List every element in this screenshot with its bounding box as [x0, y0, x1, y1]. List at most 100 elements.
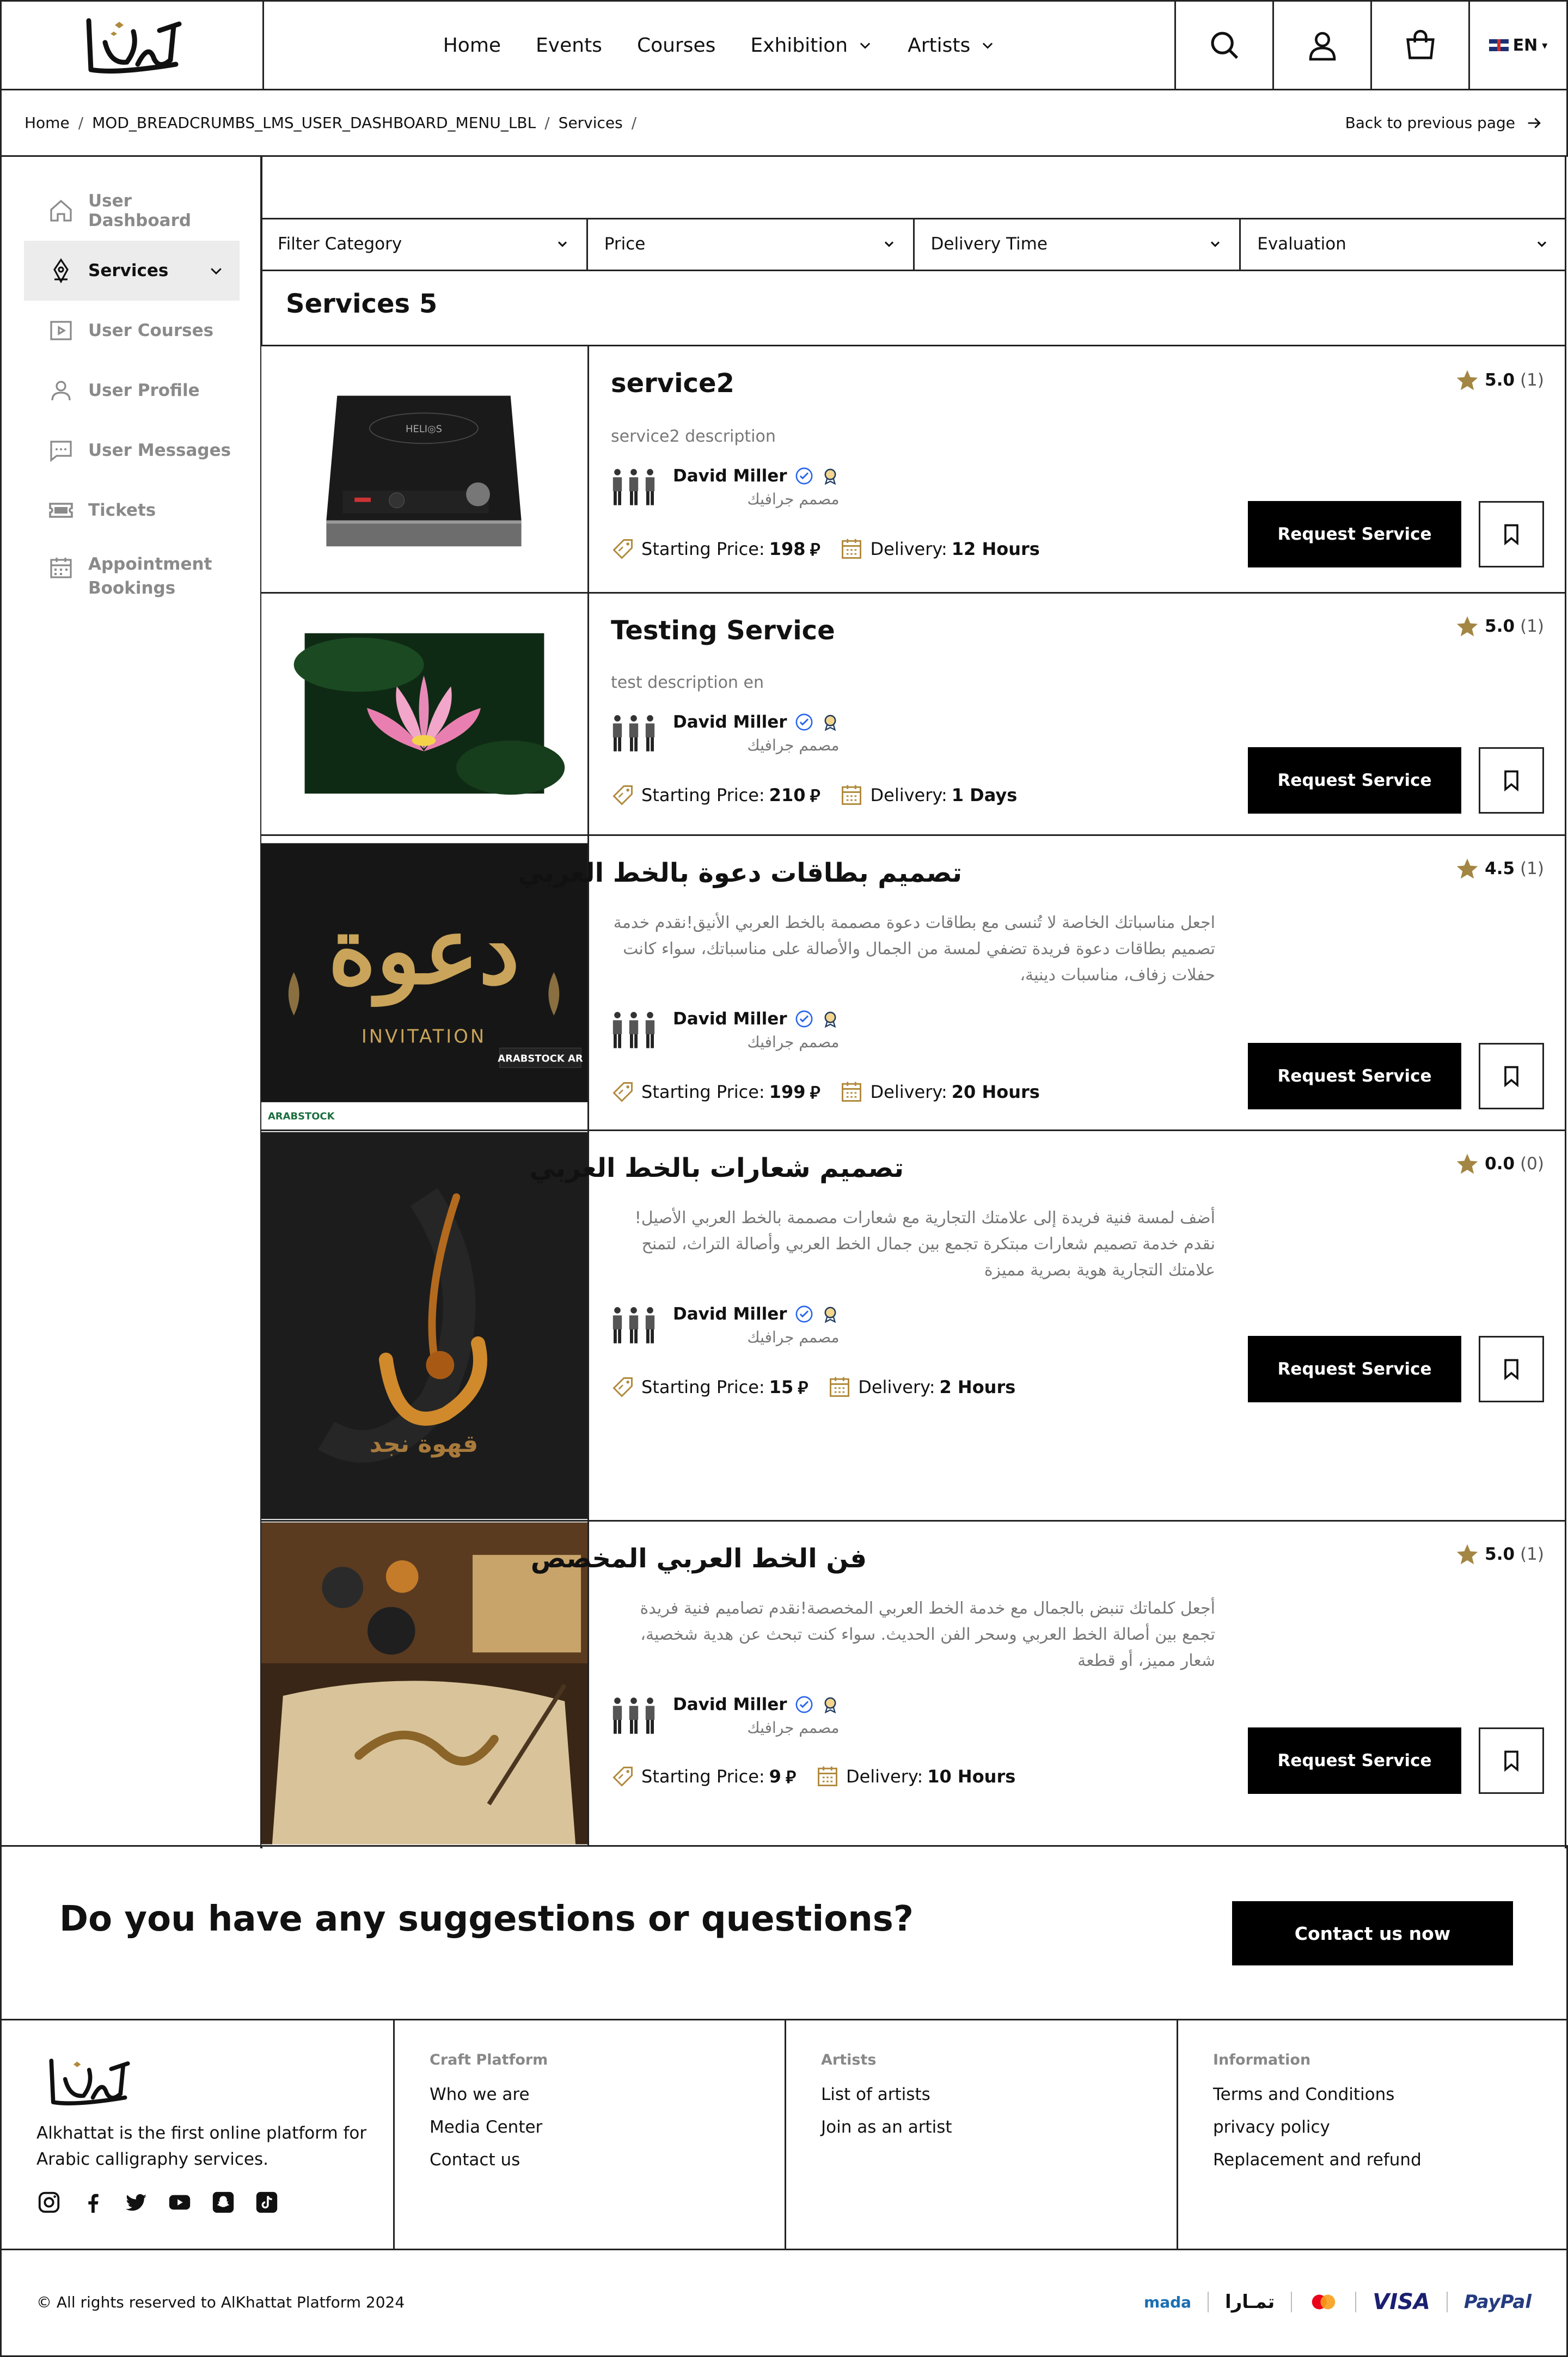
author-avatar [611, 1011, 663, 1049]
author-block[interactable]: David Miller مصمم جرافيك [611, 466, 840, 508]
footer-link-media-center[interactable]: Media Center [430, 2117, 750, 2137]
filter-evaluation-select[interactable]: Evaluation [1241, 218, 1566, 270]
request-service-button[interactable]: Request Service [1248, 1727, 1461, 1794]
cart-button[interactable] [1370, 2, 1468, 89]
caret-down-icon: ▾ [1542, 39, 1548, 52]
bookmark-button[interactable] [1479, 1727, 1544, 1794]
snapchat-icon[interactable] [211, 2190, 236, 2215]
footer-link-terms[interactable]: Terms and Conditions [1213, 2085, 1532, 2104]
filter-delivery-select[interactable]: Delivery Time [915, 218, 1241, 270]
filter-category-select[interactable]: Filter Category [261, 218, 588, 270]
sidebar-item-tickets[interactable]: Tickets [24, 480, 240, 540]
service-thumbnail[interactable]: قهوة نجد [261, 1131, 589, 1520]
sidebar-item-appointment-bookings[interactable]: Appointment Bookings [24, 540, 240, 611]
filter-price-select[interactable]: Price [588, 218, 915, 270]
footer-link-privacy[interactable]: privacy policy [1213, 2117, 1532, 2137]
lotus-flower-image [261, 594, 587, 834]
bookmark-icon [1499, 1357, 1523, 1381]
contact-cta: Do you have any suggestions or questions… [0, 1845, 1568, 2020]
logo-calligraphy-image: قهوة نجد [261, 1132, 587, 1519]
author-block[interactable]: David Miller مصمم جرافيك [611, 1009, 840, 1051]
language-selector[interactable]: EN ▾ [1468, 2, 1566, 89]
footer-logo-icon[interactable] [36, 2051, 140, 2111]
service-title[interactable]: تصميم بطاقات دعوة بالخط العربي [518, 858, 962, 888]
nav-events[interactable]: Events [536, 34, 602, 57]
author-block[interactable]: David Miller مصمم جرافيك [611, 712, 840, 754]
sidebar-item-services[interactable]: Services [24, 241, 240, 301]
author-avatar [611, 715, 663, 753]
sidebar-item-user-messages[interactable]: User Messages [24, 420, 240, 480]
user-icon [1309, 32, 1336, 61]
nav-exhibition[interactable]: Exhibition [750, 34, 873, 57]
service-rating: 5.0 (1) [1455, 1542, 1544, 1566]
footer-link-contact-us[interactable]: Contact us [430, 2150, 750, 2170]
site-logo[interactable] [2, 2, 264, 89]
logo-calligraphy-icon [86, 18, 181, 74]
service-title[interactable]: تصميم شعارات بالخط العربي [529, 1153, 904, 1183]
footer-link-list-of-artists[interactable]: List of artists [821, 2085, 1142, 2104]
bookmark-button[interactable] [1479, 501, 1544, 567]
nav-home[interactable]: Home [443, 34, 501, 57]
pen-nib-icon [53, 258, 69, 284]
service-card[interactable]: دعوة INVITATION ARABSTOCK AR ARABSTOCK ت… [261, 836, 1566, 1131]
chevron-down-icon [884, 241, 893, 247]
bookmark-button[interactable] [1479, 1336, 1544, 1402]
author-avatar [611, 1697, 663, 1735]
currency-icon: ⃁ [785, 1767, 796, 1787]
arabstock-footer-mark: ARABSTOCK [268, 1111, 335, 1122]
youtube-icon[interactable] [167, 2190, 192, 2215]
bookmark-button[interactable] [1479, 1043, 1544, 1109]
sidebar-item-user-profile[interactable]: User Profile [24, 361, 240, 420]
footer-bottom-bar: © All rights reserved to AlKhattat Platf… [0, 2249, 1568, 2357]
invitation-label: INVITATION [362, 1025, 486, 1047]
service-card[interactable]: قهوة نجد تصميم شعارات بالخط العربي أضف ل… [261, 1131, 1566, 1522]
contact-us-button[interactable]: Contact us now [1232, 1901, 1513, 1965]
chevron-down-icon [860, 42, 871, 49]
author-block[interactable]: David Miller مصمم جرافيك [611, 1695, 840, 1737]
service-description: اجعل مناسباتك الخاصة لا تُنسى مع بطاقات … [613, 913, 1215, 985]
facebook-icon[interactable] [80, 2190, 105, 2215]
author-role: مصمم جرافيك [747, 736, 840, 754]
account-button[interactable] [1272, 2, 1370, 89]
payment-methods: mada تمـارا VISA PayPal [1144, 2289, 1532, 2315]
nav-courses[interactable]: Courses [637, 34, 715, 57]
service-title[interactable]: service2 [611, 368, 734, 399]
service-thumbnail[interactable] [261, 594, 589, 834]
instagram-icon[interactable] [36, 2190, 62, 2215]
request-service-button[interactable]: Request Service [1248, 1336, 1461, 1402]
frame-border-left [0, 157, 2, 1848]
service-card[interactable]: HELI◎S service2 service2 description Dav… [261, 346, 1566, 594]
service-thumbnail[interactable]: HELI◎S [261, 346, 589, 592]
breadcrumb-home[interactable]: Home [24, 114, 70, 132]
service-card[interactable]: Testing Service test description en Davi… [261, 594, 1566, 836]
nav-artists[interactable]: Artists [908, 34, 995, 57]
back-link[interactable]: Back to previous page [1345, 114, 1543, 132]
price-tag-icon [611, 783, 635, 807]
service-card[interactable]: فن الخط العربي المخصص أجعل كلماتك تنبض ب… [261, 1522, 1566, 1845]
request-service-button[interactable]: Request Service [1248, 747, 1461, 814]
user-icon [51, 381, 71, 401]
sidebar-item-user-courses[interactable]: User Courses [24, 301, 240, 361]
play-icon [50, 321, 72, 340]
request-service-button[interactable]: Request Service [1248, 1043, 1461, 1109]
service-delivery: 2 Hours [939, 1377, 1016, 1397]
bookmark-button[interactable] [1479, 747, 1544, 814]
author-block[interactable]: David Miller مصمم جرافيك [611, 1304, 840, 1346]
service-meta: Starting Price: 210 ⃁ Delivery: 1 Days [611, 783, 1017, 807]
tiktok-icon[interactable] [254, 2190, 279, 2215]
footer-link-refund[interactable]: Replacement and refund [1213, 2150, 1532, 2170]
service-title[interactable]: فن الخط العربي المخصص [531, 1543, 867, 1574]
footer-link-join-as-artist[interactable]: Join as an artist [821, 2117, 1142, 2137]
footer-link-who-we-are[interactable]: Who we are [430, 2085, 750, 2104]
service-rating: 4.5 (1) [1455, 857, 1544, 881]
breadcrumb-dashboard[interactable]: MOD_BREADCRUMBS_LMS_USER_DASHBOARD_MENU_… [92, 114, 536, 132]
twitter-icon[interactable] [124, 2190, 149, 2215]
star-icon [1455, 368, 1479, 392]
service-title[interactable]: Testing Service [611, 615, 835, 646]
search-button[interactable] [1174, 2, 1272, 89]
sidebar-item-user-dashboard[interactable]: User Dashboard [24, 181, 240, 241]
service-price: 199 [769, 1082, 806, 1102]
breadcrumb-services[interactable]: Services [559, 114, 623, 132]
request-service-button[interactable]: Request Service [1248, 501, 1461, 567]
verified-icon [795, 1010, 813, 1028]
